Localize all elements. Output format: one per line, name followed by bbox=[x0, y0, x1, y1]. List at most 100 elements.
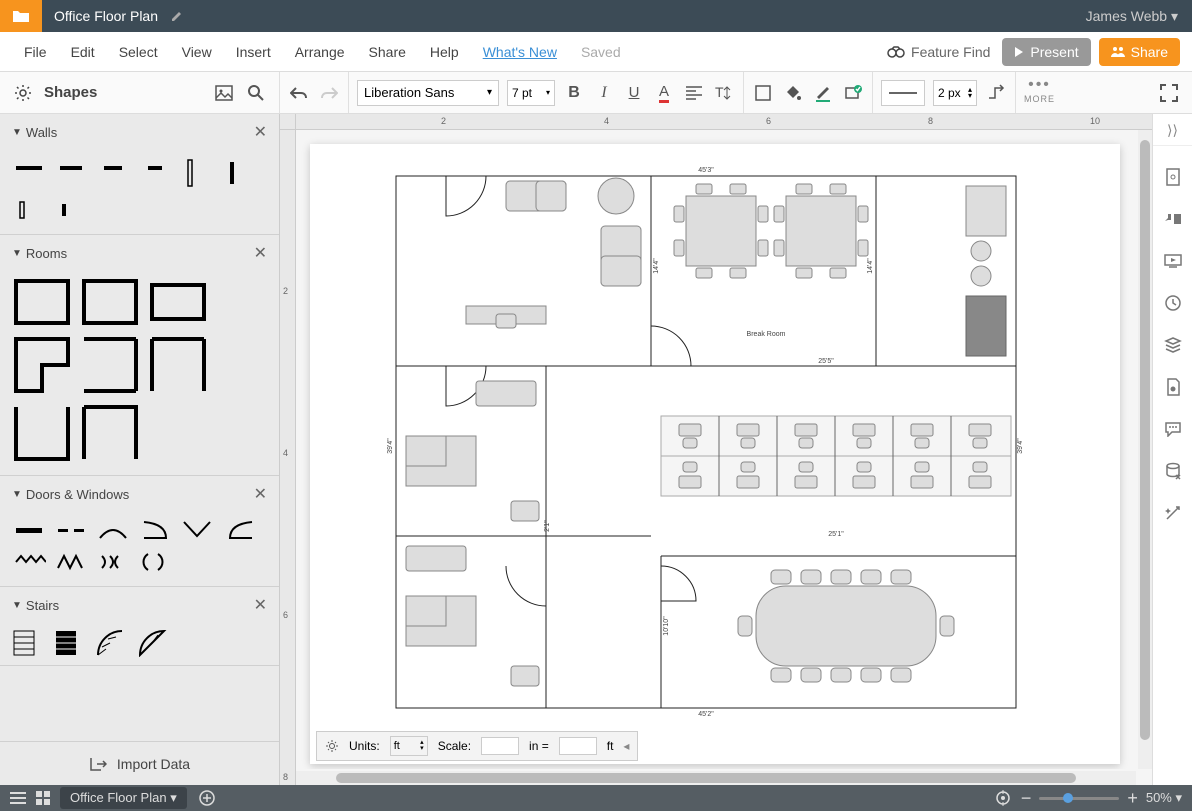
shape-stair-2[interactable] bbox=[54, 629, 88, 653]
shape-room-2[interactable] bbox=[80, 277, 140, 327]
line-style-select[interactable] bbox=[881, 80, 925, 106]
shape-wall-1[interactable] bbox=[12, 156, 46, 180]
shape-wall-2[interactable] bbox=[54, 156, 88, 180]
user-menu[interactable]: James Webb ▾ bbox=[1072, 8, 1192, 25]
canvas-viewport[interactable]: 45'3" bbox=[296, 130, 1136, 769]
redo-icon[interactable] bbox=[318, 82, 340, 104]
shape-options-icon[interactable] bbox=[842, 82, 864, 104]
shape-door-6[interactable] bbox=[222, 518, 256, 542]
shape-stair-1[interactable] bbox=[12, 629, 46, 653]
shape-door-9[interactable] bbox=[96, 550, 130, 574]
shape-room-c2[interactable] bbox=[148, 335, 208, 395]
page[interactable]: 45'3" bbox=[310, 144, 1120, 764]
database-icon[interactable] bbox=[1162, 460, 1184, 482]
shape-room-l[interactable] bbox=[12, 335, 72, 395]
vertical-scrollbar[interactable] bbox=[1138, 130, 1152, 769]
add-page-icon[interactable] bbox=[199, 790, 215, 806]
menu-arrange[interactable]: Arrange bbox=[283, 36, 357, 68]
shape-wall-v1[interactable] bbox=[180, 156, 214, 190]
shape-stair-4[interactable] bbox=[138, 629, 172, 653]
menu-insert[interactable]: Insert bbox=[224, 36, 283, 68]
text-color-icon[interactable]: A bbox=[653, 82, 675, 104]
zoom-out-icon[interactable]: − bbox=[1021, 788, 1032, 809]
collapse-panel-icon[interactable]: ⟩⟩ bbox=[1153, 122, 1192, 146]
underline-icon[interactable]: U bbox=[623, 82, 645, 104]
comment-icon[interactable] bbox=[1162, 208, 1184, 230]
undo-icon[interactable] bbox=[288, 82, 310, 104]
text-position-icon[interactable]: T bbox=[713, 82, 735, 104]
share-button[interactable]: Share bbox=[1099, 38, 1180, 66]
present-button[interactable]: Present bbox=[1002, 38, 1090, 66]
shape-wall-v4[interactable] bbox=[54, 198, 88, 222]
close-icon[interactable]: ✕ bbox=[254, 484, 267, 504]
folder-icon[interactable] bbox=[0, 0, 42, 32]
shape-room-c1[interactable] bbox=[80, 335, 140, 395]
bold-icon[interactable]: B bbox=[563, 82, 585, 104]
magic-icon[interactable] bbox=[1162, 502, 1184, 524]
import-data-button[interactable]: Import Data bbox=[0, 741, 279, 785]
category-header-doors[interactable]: ▼ Doors & Windows ✕ bbox=[0, 476, 279, 512]
shape-door-8[interactable] bbox=[54, 550, 88, 574]
shape-door-5[interactable] bbox=[180, 518, 214, 542]
shape-door-10[interactable] bbox=[138, 550, 172, 574]
layers-icon[interactable] bbox=[1162, 334, 1184, 356]
shape-wall-4[interactable] bbox=[138, 156, 172, 180]
menu-file[interactable]: File bbox=[12, 36, 59, 68]
category-header-stairs[interactable]: ▼ Stairs ✕ bbox=[0, 587, 279, 623]
shape-room-3[interactable] bbox=[148, 277, 208, 327]
history-icon[interactable] bbox=[1162, 292, 1184, 314]
close-icon[interactable]: ✕ bbox=[254, 122, 267, 142]
close-icon[interactable]: ✕ bbox=[254, 595, 267, 615]
shape-room-u2[interactable] bbox=[80, 403, 140, 463]
menu-edit[interactable]: Edit bbox=[59, 36, 107, 68]
menu-share[interactable]: Share bbox=[357, 36, 418, 68]
align-icon[interactable] bbox=[683, 82, 705, 104]
shape-wall-v3[interactable] bbox=[12, 198, 46, 222]
shape-door-2[interactable] bbox=[54, 518, 88, 542]
presentation-icon[interactable] bbox=[1162, 250, 1184, 272]
shape-door-7[interactable] bbox=[12, 550, 46, 574]
menu-select[interactable]: Select bbox=[107, 36, 170, 68]
data-icon[interactable] bbox=[1162, 376, 1184, 398]
gear-icon[interactable] bbox=[12, 82, 34, 104]
target-icon[interactable] bbox=[995, 790, 1011, 806]
line-shape-icon[interactable] bbox=[985, 82, 1007, 104]
shape-door-4[interactable] bbox=[138, 518, 172, 542]
font-select[interactable]: Liberation Sans▾ bbox=[357, 80, 499, 106]
menu-whatsnew[interactable]: What's New bbox=[471, 36, 569, 68]
units-select[interactable]: ft▴▾ bbox=[390, 736, 428, 756]
fill-icon[interactable] bbox=[782, 82, 804, 104]
page-settings-icon[interactable] bbox=[1162, 166, 1184, 188]
shape-wall-3[interactable] bbox=[96, 156, 130, 180]
scale-ft-input[interactable] bbox=[559, 737, 597, 755]
horizontal-scrollbar[interactable] bbox=[296, 771, 1136, 785]
shape-room-u[interactable] bbox=[12, 403, 72, 463]
menu-help[interactable]: Help bbox=[418, 36, 471, 68]
image-icon[interactable] bbox=[213, 82, 235, 104]
menu-view[interactable]: View bbox=[170, 36, 224, 68]
category-header-rooms[interactable]: ▼ Rooms ✕ bbox=[0, 235, 279, 271]
fullscreen-icon[interactable] bbox=[1158, 82, 1180, 104]
scale-in-input[interactable] bbox=[481, 737, 519, 755]
shape-wall-v2[interactable] bbox=[222, 156, 256, 190]
font-size-select[interactable]: 7 pt▾ bbox=[507, 80, 555, 106]
close-icon[interactable]: ✕ bbox=[254, 243, 267, 263]
more-dots-icon[interactable]: ••• bbox=[1028, 76, 1051, 94]
measure-collapse-icon[interactable]: ◂ bbox=[623, 739, 629, 753]
category-header-walls[interactable]: ▼ Walls ✕ bbox=[0, 114, 279, 150]
zoom-in-icon[interactable]: + bbox=[1127, 788, 1138, 809]
shape-style-icon[interactable] bbox=[752, 82, 774, 104]
shape-door-1[interactable] bbox=[12, 518, 46, 542]
grid-view-icon[interactable] bbox=[36, 791, 50, 805]
chat-icon[interactable] bbox=[1162, 418, 1184, 440]
zoom-level[interactable]: 50% ▾ bbox=[1146, 790, 1182, 806]
search-icon[interactable] bbox=[245, 82, 267, 104]
line-color-icon[interactable] bbox=[812, 82, 834, 104]
feature-find[interactable]: Feature Find bbox=[887, 44, 990, 60]
shape-stair-3[interactable] bbox=[96, 629, 130, 653]
zoom-slider[interactable] bbox=[1039, 797, 1119, 800]
document-title[interactable]: Office Floor Plan bbox=[42, 8, 170, 24]
floorplan[interactable]: 45'3" bbox=[386, 166, 1026, 718]
italic-icon[interactable]: I bbox=[593, 82, 615, 104]
gear-icon[interactable] bbox=[325, 739, 339, 753]
